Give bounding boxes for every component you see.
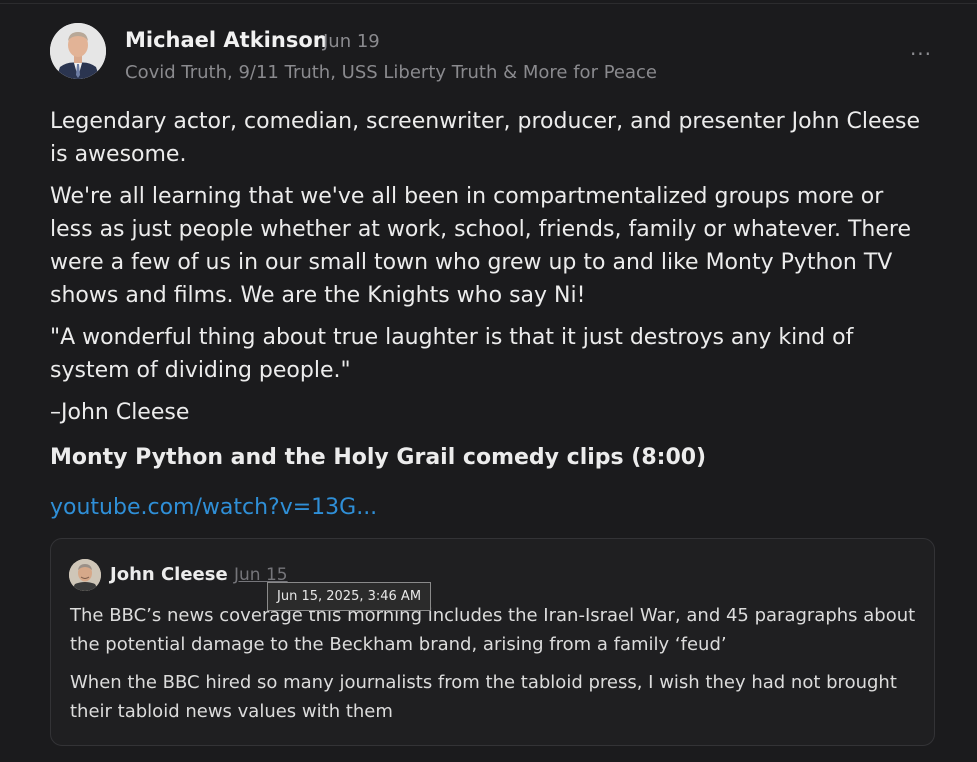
quote-author-name[interactable]: John Cleese bbox=[110, 564, 228, 585]
author-name[interactable]: Michael Atkinson bbox=[125, 28, 328, 52]
post-paragraph: We're all learning that we've all been i… bbox=[50, 184, 912, 308]
author-avatar[interactable] bbox=[50, 23, 106, 79]
quote-paragraph: The BBC’s news coverage this morning inc… bbox=[70, 605, 916, 655]
more-options-button[interactable]: ··· bbox=[905, 40, 937, 68]
post-body: Legendary actor, comedian, screenwriter,… bbox=[50, 105, 930, 524]
quote-author-avatar[interactable] bbox=[69, 559, 101, 591]
quote-paragraph: When the BBC hired so many journalists f… bbox=[70, 672, 897, 722]
post-date[interactable]: Jun 19 bbox=[323, 31, 380, 52]
more-horizontal-icon: ··· bbox=[909, 42, 933, 66]
quoted-note-card[interactable]: John Cleese Jun 15 The BBC’s news covera… bbox=[50, 538, 935, 746]
post-paragraph: –John Cleese bbox=[50, 400, 190, 425]
post-bold-heading: Monty Python and the Holy Grail comedy c… bbox=[50, 445, 707, 470]
top-divider bbox=[0, 3, 977, 4]
youtube-link[interactable]: youtube.com/watch?v=13G... bbox=[50, 491, 377, 524]
quote-text: The BBC’s news coverage this morning inc… bbox=[70, 601, 920, 735]
author-bio: Covid Truth, 9/11 Truth, USS Liberty Tru… bbox=[125, 62, 657, 83]
post-paragraph: "A wonderful thing about true laughter i… bbox=[50, 325, 854, 383]
author-avatar-image bbox=[50, 23, 106, 79]
quote-avatar-image bbox=[69, 559, 101, 591]
post-paragraph: Legendary actor, comedian, screenwriter,… bbox=[50, 109, 921, 167]
date-tooltip: Jun 15, 2025, 3:46 AM bbox=[267, 582, 432, 611]
